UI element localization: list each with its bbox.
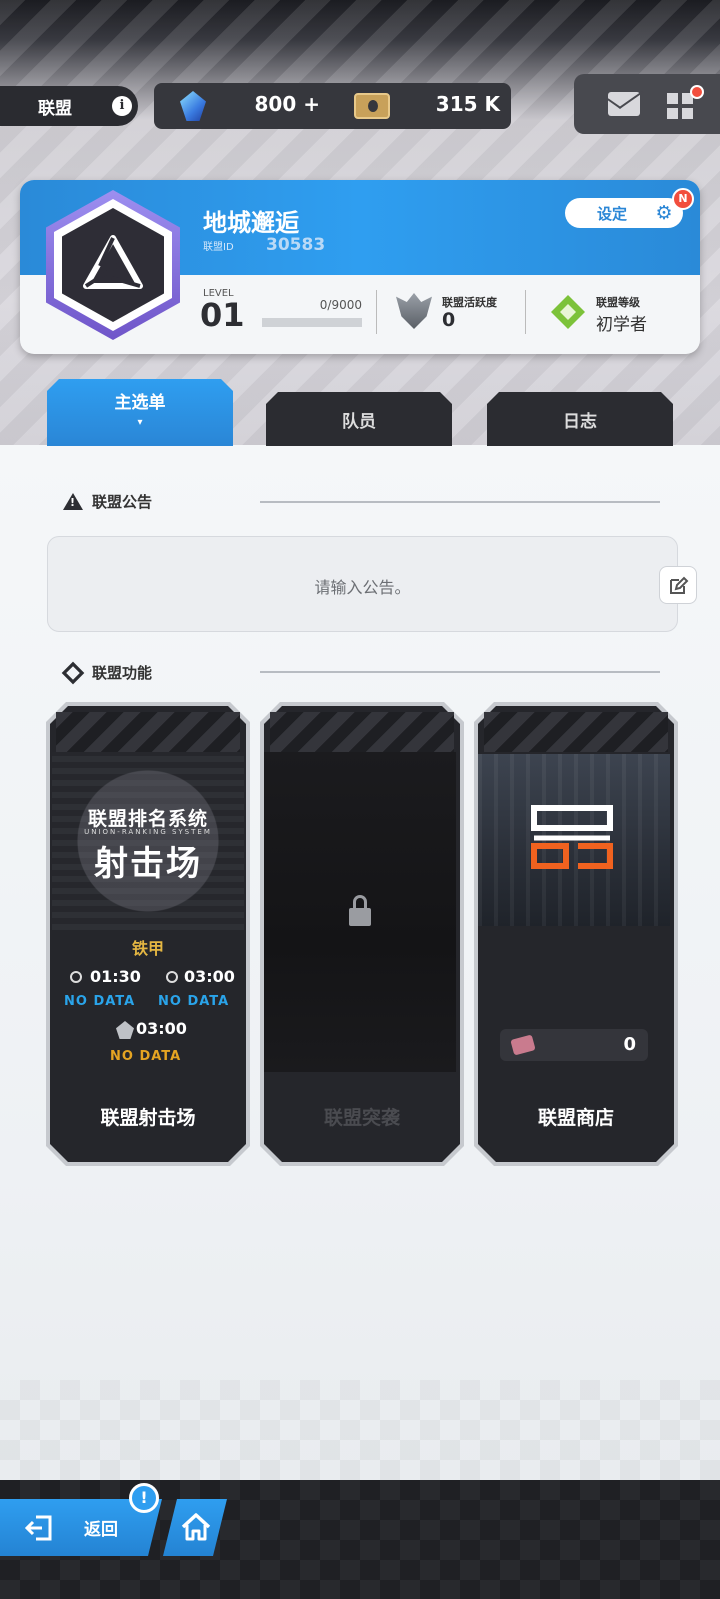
announcement-title: 联盟公告 (92, 493, 153, 511)
menu-grid-icon[interactable] (667, 93, 693, 119)
time-slot-2: 03:00 (184, 967, 235, 986)
gem-value[interactable]: 800 + (230, 92, 320, 116)
alert-badge: ! (129, 1483, 159, 1513)
gear-icon: ⚙ (655, 202, 673, 224)
nodata-3: NO DATA (110, 1049, 182, 1064)
range-art-title: 联盟排名系统 (87, 808, 208, 830)
divider (525, 290, 526, 334)
union-symbol-icon (83, 235, 143, 289)
exp-text: 0/9000 (319, 298, 362, 312)
hazard-stripes (270, 712, 454, 752)
nodata-1: NO DATA (64, 994, 136, 1009)
credit-value: 315 K (435, 92, 500, 116)
clock-icon (166, 971, 178, 983)
top-right-panel (574, 74, 720, 134)
gem-amount: 800 (254, 92, 297, 116)
range-art-title-large: 射击场 (94, 844, 202, 884)
range-art-subtitle: UNION-RANKING SYSTEM (84, 828, 212, 836)
section-divider (260, 671, 660, 673)
nodata-2: NO DATA (158, 994, 230, 1009)
card-label: 联盟射击场 (100, 1107, 196, 1129)
exit-icon (24, 1515, 52, 1541)
union-id-label: 联盟ID (203, 242, 234, 253)
tab-label: 主选单 (114, 392, 166, 413)
hazard-stripes (484, 712, 668, 752)
shop-logo-icon (531, 805, 613, 869)
notification-dot (690, 85, 704, 99)
tab-label: 日志 (563, 411, 597, 432)
clock-icon (70, 971, 82, 983)
hazard-stripes (56, 712, 240, 752)
time-slot-3: 03:00 (136, 1019, 187, 1038)
activity-value: 0 (442, 309, 456, 331)
announcement-placeholder: 请输入公告。 (314, 578, 411, 597)
time-slot-1: 01:30 (90, 967, 141, 986)
level-value: 01 (200, 296, 245, 334)
lock-icon-body (349, 908, 371, 926)
card-label: 联盟突袭 (323, 1107, 400, 1129)
home-icon (181, 1513, 211, 1541)
tab-members[interactable]: 队员 (266, 392, 452, 446)
credit-icon (354, 93, 390, 119)
union-name: 地城邂逅 (203, 209, 299, 237)
tab-logs[interactable]: 日志 (487, 392, 673, 446)
union-id-value: 30583 (266, 235, 326, 255)
features-title: 联盟功能 (92, 664, 153, 682)
back-button-label: 返回 (84, 1520, 118, 1540)
activity-label: 联盟活跃度 (442, 296, 497, 309)
exp-progress-bar (262, 318, 362, 327)
rank-label: 联盟等级 (596, 296, 640, 309)
edit-icon (670, 576, 689, 594)
checker-pattern (0, 1380, 720, 1480)
info-icon[interactable]: i (112, 96, 132, 116)
divider (376, 290, 377, 334)
card-label: 联盟商店 (537, 1107, 614, 1129)
gem-plus-icon[interactable]: + (303, 92, 320, 116)
union-coin-value: 0 (623, 1034, 636, 1055)
tab-main-menu[interactable]: 主选单 ▾ (47, 379, 233, 446)
mail-icon[interactable] (608, 92, 640, 116)
caret-down-icon: ▾ (137, 416, 143, 428)
tab-label: 队员 (342, 411, 376, 432)
settings-button-label: 设定 (597, 204, 628, 223)
section-divider (260, 501, 660, 503)
rank-value: 初学者 (596, 315, 647, 335)
new-badge: N (672, 188, 694, 210)
range-grade: 铁甲 (131, 939, 164, 958)
